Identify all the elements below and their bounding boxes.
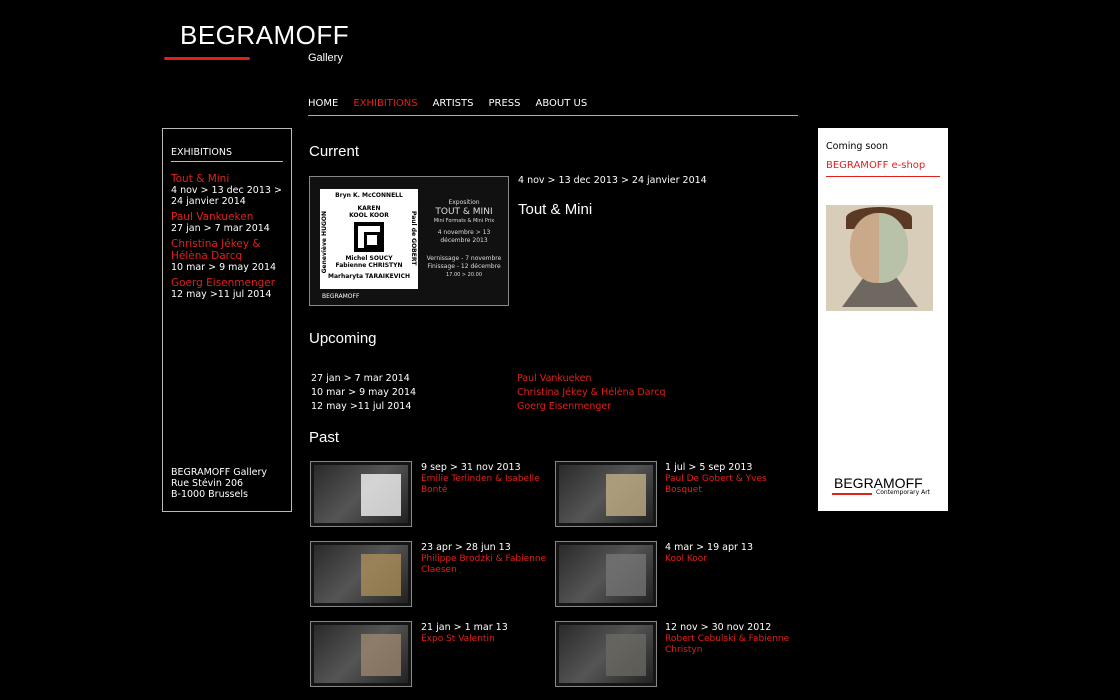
eshop-divider (826, 176, 940, 177)
past-dates: 1 jul > 5 sep 2013 (665, 462, 753, 473)
nav-press[interactable]: PRESS (489, 98, 521, 115)
past-thumbnail[interactable] (555, 621, 657, 687)
current-heading: Current (309, 143, 360, 160)
sidebar-divider (171, 161, 283, 162)
past-thumbnail[interactable] (310, 541, 412, 607)
sidebar-item-dates: 10 mar > 9 may 2014 (171, 262, 277, 273)
poster-text: Exposition (448, 199, 480, 206)
upcoming-name-link[interactable]: Paul Vankueken (517, 373, 592, 384)
sidebar-item[interactable]: Goerg Eisenmenger 12 may >11 jul 2014 (171, 277, 287, 300)
poster-text: Paul de GOBERT (410, 211, 417, 266)
upcoming-dates: 27 jan > 7 mar 2014 (311, 373, 410, 384)
upcoming-name-link[interactable]: Goerg Eisenmenger (517, 401, 611, 412)
poster-names-box: Bryn K. McCONNELL Geneviève HUGON Paul d… (320, 189, 418, 289)
past-thumbnail[interactable] (310, 461, 412, 527)
poster-text: Mini Formats & Mini Prix (433, 218, 495, 224)
upcoming-heading: Upcoming (309, 330, 377, 347)
past-dates: 4 mar > 19 apr 13 (665, 542, 754, 553)
poster-text: Finissage - 12 décembre (427, 263, 501, 270)
upcoming-dates: 12 may >11 jul 2014 (311, 401, 412, 412)
sidebar-item-dates: 4 nov > 13 dec 2013 > 24 janvier 2014 (171, 185, 282, 207)
sidebar-item-title[interactable]: Paul Vankueken (171, 211, 287, 223)
poster-text: 17.00 > 20.00 (446, 272, 482, 278)
sidebar-list: Tout & Mini 4 nov > 13 dec 2013 > 24 jan… (171, 173, 287, 304)
poster-text: Geneviève HUGON (321, 211, 328, 274)
poster-text: Michel SOUCY (345, 255, 393, 262)
past-name-link[interactable]: Expo St Valentin (421, 634, 561, 645)
poster-square-graphic (354, 222, 384, 252)
past-dates: 9 sep > 31 nov 2013 (421, 462, 521, 473)
sidebar-item-title[interactable]: Christina Jékey & Hélèna Darcq (171, 238, 287, 262)
nav-home[interactable]: HOME (308, 98, 338, 115)
sidebar-item-title[interactable]: Goerg Eisenmenger (171, 277, 287, 289)
nav-about-us[interactable]: ABOUT US (536, 98, 588, 115)
past-dates: 23 apr > 28 jun 13 (421, 542, 511, 553)
past-name-link[interactable]: Philippe Brodzki & Fabienne Claesen (421, 554, 561, 576)
coming-soon-label: Coming soon (826, 141, 889, 152)
poster-text: Fabienne CHRISTYN (335, 262, 403, 269)
poster-text: Bryn K. McCONNELL (335, 192, 403, 199)
past-thumbnail[interactable] (310, 621, 412, 687)
address-line: BEGRAMOFF Gallery (171, 467, 268, 478)
sidebar-heading: EXHIBITIONS (171, 147, 232, 158)
eshop-panel: Coming soon BEGRAMOFF e-shop BEGRAMOFF C… (818, 128, 948, 511)
past-heading: Past (309, 429, 340, 446)
nav-exhibitions[interactable]: EXHIBITIONS (353, 98, 417, 115)
upcoming-dates: 10 mar > 9 may 2014 (311, 387, 417, 398)
gallery-address: BEGRAMOFF Gallery Rue Stévin 206 B-1000 … (171, 467, 267, 500)
panel-logo-underline (832, 493, 872, 495)
main-nav: HOME EXHIBITIONS ARTISTS PRESS ABOUT US (308, 98, 798, 116)
poster-text: KOOL KOOR (349, 212, 389, 219)
sidebar-item[interactable]: Paul Vankueken 27 jan > 7 mar 2014 (171, 211, 287, 234)
poster-info: Exposition TOUT & MINI Mini Formats & Mi… (422, 189, 506, 279)
upcoming-name-link[interactable]: Christina Jékey & Hélèna Darcq (517, 387, 666, 398)
past-thumbnail[interactable] (555, 461, 657, 527)
logo-subtitle: Gallery (308, 52, 343, 64)
logo-title[interactable]: BEGRAMOFF (180, 20, 349, 51)
current-exhibition-poster[interactable]: Bryn K. McCONNELL Geneviève HUGON Paul d… (309, 176, 509, 306)
panel-logo-subtitle: Contemporary Art (876, 489, 931, 496)
poster-text: Vernissage - 7 novembre (426, 255, 502, 262)
poster-brand: BEGRAMOFF (322, 293, 360, 300)
past-dates: 12 nov > 30 nov 2012 (665, 622, 772, 633)
sidebar-item-title[interactable]: Tout & Mini (171, 173, 287, 185)
past-name-link[interactable]: Kool Koor (665, 554, 805, 565)
sidebar-item-dates: 12 may >11 jul 2014 (171, 289, 272, 300)
poster-text: Marharyta TARAIKEVICH (328, 273, 410, 280)
nav-artists[interactable]: ARTISTS (433, 98, 474, 115)
exhibitions-sidebar: EXHIBITIONS Tout & Mini 4 nov > 13 dec 2… (162, 128, 292, 512)
past-dates: 21 jan > 1 mar 13 (421, 622, 508, 633)
poster-text: TOUT & MINI (435, 207, 493, 217)
poster-text: 4 novembre > 13 décembre 2013 (437, 229, 491, 244)
past-name-link[interactable]: Emilie Terlinden & Isabelle Bonté (421, 474, 561, 496)
poster-text: KAREN (357, 205, 381, 212)
artwork-shape (850, 213, 908, 283)
past-name-link[interactable]: Robert Cebulski & Fabienne Christyn (665, 634, 805, 656)
address-line: B-1000 Brussels (171, 489, 248, 500)
current-dates: 4 nov > 13 dec 2013 > 24 janvier 2014 (518, 175, 707, 186)
eshop-artwork-image[interactable] (826, 205, 933, 311)
sidebar-item-dates: 27 jan > 7 mar 2014 (171, 223, 270, 234)
sidebar-item[interactable]: Christina Jékey & Hélèna Darcq 10 mar > … (171, 238, 287, 273)
past-thumbnail[interactable] (555, 541, 657, 607)
past-name-link[interactable]: Paul De Gobert & Yves Bosquet (665, 474, 805, 496)
sidebar-item[interactable]: Tout & Mini 4 nov > 13 dec 2013 > 24 jan… (171, 173, 287, 207)
eshop-link[interactable]: BEGRAMOFF e-shop (826, 160, 925, 171)
logo-underline (164, 57, 250, 60)
address-line: Rue Stévin 206 (171, 478, 244, 489)
current-title[interactable]: Tout & Mini (518, 201, 592, 218)
